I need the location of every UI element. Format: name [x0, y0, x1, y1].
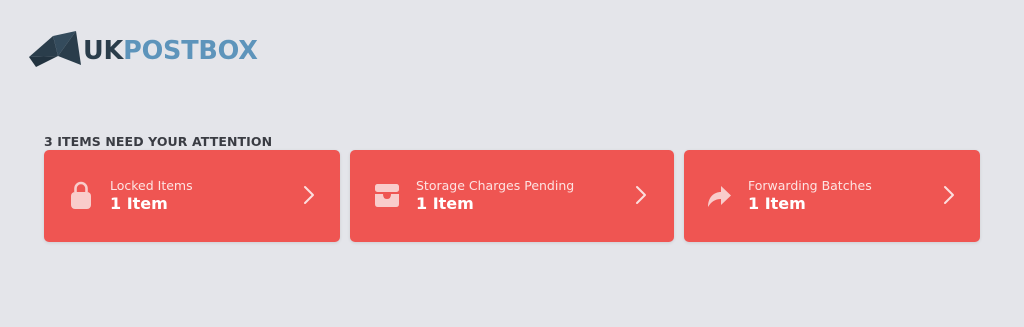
chevron-right-icon: [302, 184, 316, 206]
card-label: Forwarding Batches: [748, 178, 872, 193]
locked-items-card[interactable]: Locked Items 1 Item: [44, 150, 340, 242]
card-label: Storage Charges Pending: [416, 178, 575, 193]
logo-text-postbox: POSTBOX: [123, 36, 258, 66]
chevron-right-icon: [634, 184, 648, 206]
card-count: 1 Item: [748, 194, 806, 213]
uk-postbox-logo[interactable]: UKPOSTBOX: [29, 31, 258, 71]
attention-heading: 3 ITEMS NEED YOUR ATTENTION: [44, 134, 273, 149]
logo-wordmark: UKPOSTBOX: [83, 31, 258, 71]
forward-arrow-icon: [704, 177, 734, 213]
lock-icon: [66, 177, 96, 213]
card-count: 1 Item: [110, 194, 168, 213]
storage-charges-text: Storage Charges Pending 1 Item: [416, 178, 574, 215]
logo-text-uk: UK: [83, 36, 124, 66]
storage-charges-card[interactable]: Storage Charges Pending 1 Item: [350, 150, 674, 242]
forwarding-batches-card[interactable]: Forwarding Batches 1 Item: [684, 150, 980, 242]
chevron-right-icon: [942, 184, 956, 206]
inbox-tray-icon: [372, 177, 402, 213]
forwarding-batches-text: Forwarding Batches 1 Item: [748, 178, 872, 215]
locked-items-text: Locked Items 1 Item: [110, 178, 193, 215]
card-count: 1 Item: [416, 194, 474, 213]
postbox-logo-mark-icon: [29, 31, 81, 67]
card-label: Locked Items: [110, 178, 193, 193]
